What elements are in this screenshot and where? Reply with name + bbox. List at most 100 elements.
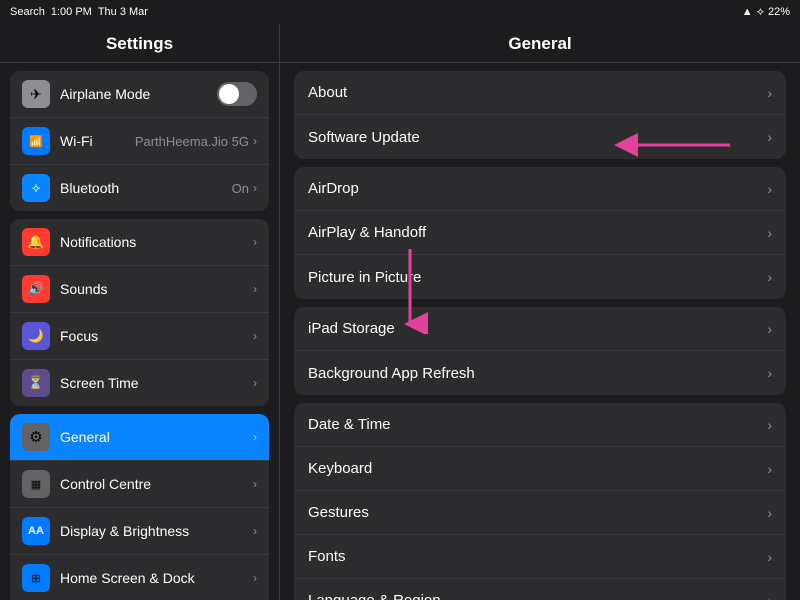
sidebar-item-bluetooth[interactable]: ⟡ Bluetooth On › xyxy=(10,165,269,211)
airplay-handoff-label: AirPlay & Handoff xyxy=(308,224,767,241)
sidebar-item-home-screen[interactable]: ⊞ Home Screen & Dock › xyxy=(10,555,269,600)
notifications-icon: 🔔 xyxy=(22,228,50,256)
airdrop-label: AirDrop xyxy=(308,180,767,197)
ipad-storage-label: iPad Storage xyxy=(308,320,767,337)
connectivity-group: ✈ Airplane Mode 📶 Wi-Fi ParthHeema.Jio 5… xyxy=(10,71,269,211)
gestures-label: Gestures xyxy=(308,504,767,521)
screen-time-chevron: › xyxy=(253,376,257,390)
ipad-storage-chevron: › xyxy=(767,321,772,337)
sounds-chevron: › xyxy=(253,282,257,296)
right-item-keyboard[interactable]: Keyboard › xyxy=(294,447,786,491)
right-item-about[interactable]: About › xyxy=(294,71,786,115)
display-brightness-chevron: › xyxy=(253,524,257,538)
picture-in-picture-chevron: › xyxy=(767,269,772,285)
right-item-airplay-handoff[interactable]: AirPlay & Handoff › xyxy=(294,211,786,255)
airplay-handoff-chevron: › xyxy=(767,225,772,241)
right-group-settings: Date & Time › Keyboard › Gestures › Font… xyxy=(294,403,786,600)
control-centre-label: Control Centre xyxy=(60,476,253,492)
keyboard-chevron: › xyxy=(767,461,772,477)
fonts-chevron: › xyxy=(767,549,772,565)
status-bar: Search 1:00 PM Thu 3 Mar ▲ ⟡ 22% xyxy=(0,0,800,24)
notifications-label: Notifications xyxy=(60,234,253,250)
right-item-gestures[interactable]: Gestures › xyxy=(294,491,786,535)
home-screen-label: Home Screen & Dock xyxy=(60,570,253,586)
wifi-value: ParthHeema.Jio 5G xyxy=(135,134,249,149)
right-group-storage: iPad Storage › Background App Refresh › xyxy=(294,307,786,395)
bluetooth-label: Bluetooth xyxy=(60,180,232,196)
airplane-mode-toggle[interactable] xyxy=(217,82,257,106)
wifi-label: Wi-Fi xyxy=(60,133,135,149)
right-group-sharing: AirDrop › AirPlay & Handoff › Picture in… xyxy=(294,167,786,299)
keyboard-label: Keyboard xyxy=(308,460,767,477)
date-display: Thu 3 Mar xyxy=(98,6,148,18)
home-screen-icon: ⊞ xyxy=(22,564,50,592)
right-group-top: About › Software Update › xyxy=(294,71,786,159)
software-update-label: Software Update xyxy=(308,129,767,146)
sounds-label: Sounds xyxy=(60,281,253,297)
airplane-mode-icon: ✈ xyxy=(22,80,50,108)
control-centre-icon: ▦ xyxy=(22,470,50,498)
gestures-chevron: › xyxy=(767,505,772,521)
airplane-mode-label: Airplane Mode xyxy=(60,86,217,102)
software-update-chevron: › xyxy=(767,129,772,145)
sidebar-item-wifi[interactable]: 📶 Wi-Fi ParthHeema.Jio 5G › xyxy=(10,118,269,165)
wifi-icon: ▲ xyxy=(742,6,753,18)
screen-time-label: Screen Time xyxy=(60,375,253,391)
display-brightness-icon: AA xyxy=(22,517,50,545)
screen-time-icon: ⏳ xyxy=(22,369,50,397)
general-icon: ⚙ xyxy=(22,423,50,451)
airdrop-chevron: › xyxy=(767,181,772,197)
sounds-icon: 🔊 xyxy=(22,275,50,303)
sidebar-item-screen-time[interactable]: ⏳ Screen Time › xyxy=(10,360,269,406)
right-item-software-update[interactable]: Software Update › xyxy=(294,115,786,159)
control-centre-chevron: › xyxy=(253,477,257,491)
focus-chevron: › xyxy=(253,329,257,343)
language-region-label: Language & Region xyxy=(308,592,767,600)
search-label[interactable]: Search xyxy=(10,6,45,18)
sidebar-item-display-brightness[interactable]: AA Display & Brightness › xyxy=(10,508,269,555)
right-item-fonts[interactable]: Fonts › xyxy=(294,535,786,579)
general-chevron: › xyxy=(253,430,257,444)
sidebar-item-general[interactable]: ⚙ General › xyxy=(10,414,269,461)
bluetooth-value: On xyxy=(232,181,249,196)
display-brightness-label: Display & Brightness xyxy=(60,523,253,539)
system-group: ⚙ General › ▦ Control Centre › AA Displa… xyxy=(10,414,269,600)
notifications-chevron: › xyxy=(253,235,257,249)
wifi-chevron: › xyxy=(253,134,257,148)
bluetooth-chevron: › xyxy=(253,181,257,195)
general-label: General xyxy=(60,429,253,445)
right-item-language-region[interactable]: Language & Region › xyxy=(294,579,786,600)
time-display: 1:00 PM xyxy=(51,6,92,18)
picture-in-picture-label: Picture in Picture xyxy=(308,269,767,286)
sidebar-item-airplane-mode[interactable]: ✈ Airplane Mode xyxy=(10,71,269,118)
right-panel-wrapper: General About › Software Update › AirDro… xyxy=(280,24,800,600)
focus-icon: 🌙 xyxy=(22,322,50,350)
home-screen-chevron: › xyxy=(253,571,257,585)
notifications-group: 🔔 Notifications › 🔊 Sounds › 🌙 Focus › ⏳… xyxy=(10,219,269,406)
sidebar-item-notifications[interactable]: 🔔 Notifications › xyxy=(10,219,269,266)
about-label: About xyxy=(308,84,767,101)
date-time-chevron: › xyxy=(767,417,772,433)
sidebar-title: Settings xyxy=(0,24,279,63)
right-item-airdrop[interactable]: AirDrop › xyxy=(294,167,786,211)
focus-label: Focus xyxy=(60,328,253,344)
sidebar-item-sounds[interactable]: 🔊 Sounds › xyxy=(10,266,269,313)
date-time-label: Date & Time xyxy=(308,416,767,433)
sidebar-item-control-centre[interactable]: ▦ Control Centre › xyxy=(10,461,269,508)
background-refresh-chevron: › xyxy=(767,365,772,381)
bluetooth-icon: ⟡ xyxy=(757,6,764,19)
fonts-label: Fonts xyxy=(308,548,767,565)
right-panel: General About › Software Update › AirDro… xyxy=(280,24,800,600)
right-item-date-time[interactable]: Date & Time › xyxy=(294,403,786,447)
right-panel-title: General xyxy=(280,24,800,63)
language-region-chevron: › xyxy=(767,593,772,600)
background-refresh-label: Background App Refresh xyxy=(308,365,767,382)
sidebar-item-focus[interactable]: 🌙 Focus › xyxy=(10,313,269,360)
sidebar: Settings ✈ Airplane Mode 📶 Wi-Fi ParthHe… xyxy=(0,24,280,600)
wifi-settings-icon: 📶 xyxy=(22,127,50,155)
about-chevron: › xyxy=(767,85,772,101)
right-item-picture-in-picture[interactable]: Picture in Picture › xyxy=(294,255,786,299)
battery-display: 22% xyxy=(768,6,790,18)
right-item-background-refresh[interactable]: Background App Refresh › xyxy=(294,351,786,395)
right-item-ipad-storage[interactable]: iPad Storage › xyxy=(294,307,786,351)
